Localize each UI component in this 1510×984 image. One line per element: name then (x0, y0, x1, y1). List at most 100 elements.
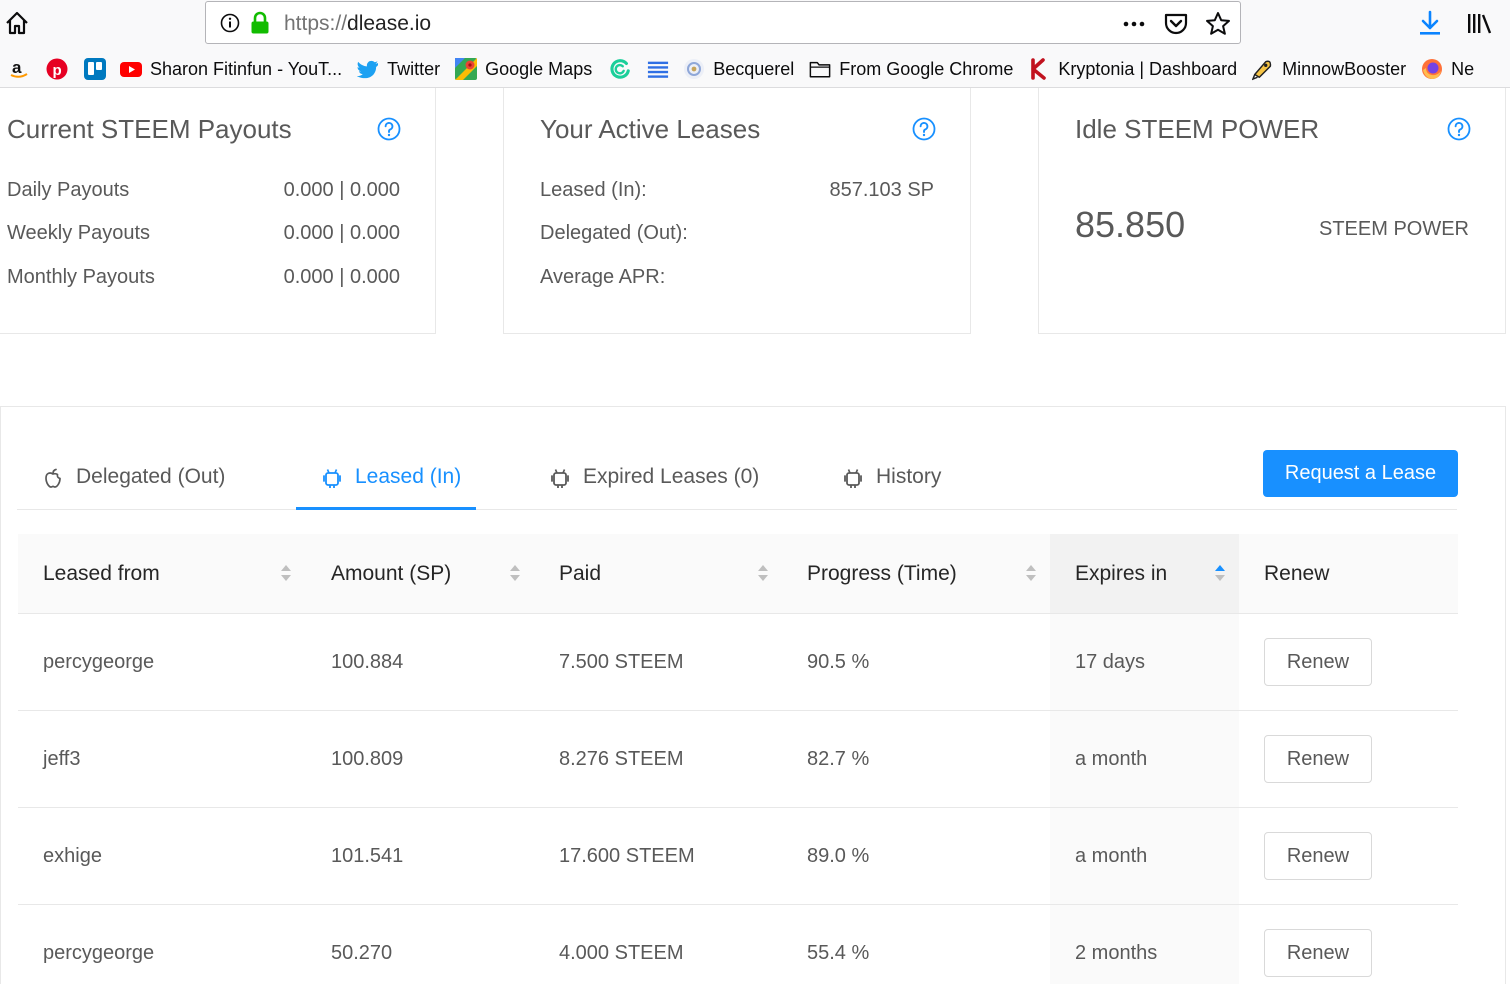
browser-chrome: https://dlease.io a p Sharon Fitinfun - … (0, 0, 1510, 88)
request-lease-button[interactable]: Request a Lease (1263, 450, 1458, 497)
renew-button[interactable]: Renew (1264, 735, 1372, 783)
column-header-progress[interactable]: Progress (Time) (782, 534, 1050, 613)
tab-label: Expired Leases (0) (583, 465, 760, 488)
lines-icon (647, 58, 669, 80)
address-bar[interactable]: https://dlease.io (205, 1, 1241, 44)
cell-paid: 17.600 STEEM (559, 844, 695, 867)
cell-expires: a month (1050, 808, 1239, 904)
android-icon (842, 467, 864, 489)
youtube-icon (120, 58, 142, 80)
active-leases-card: Your Active Leases Leased (In): 857.103 … (503, 88, 971, 334)
cell-amount: 50.270 (331, 941, 393, 964)
sort-icon[interactable] (280, 562, 292, 584)
sort-icon[interactable] (1214, 562, 1226, 584)
star-icon[interactable] (1204, 10, 1232, 38)
bookmark-7[interactable]: Ne (1415, 52, 1483, 86)
pocket-icon[interactable] (1162, 10, 1190, 38)
becquerel-icon (683, 58, 705, 80)
leased-in-label: Leased (In): (540, 179, 647, 201)
green-swirl-icon (609, 58, 631, 80)
cell-progress: 55.4 % (807, 941, 870, 964)
renew-button[interactable]: Renew (1264, 929, 1372, 977)
cell-leased-from: percygeorge (43, 941, 155, 964)
cell-amount: 100.884 (331, 650, 404, 673)
column-header-expires[interactable]: Expires in (1050, 534, 1239, 613)
bookmark-0[interactable]: Sharon Fitinfun - YouT... (114, 52, 351, 86)
more-icon[interactable] (1120, 10, 1148, 38)
android-icon (549, 467, 571, 489)
cell-amount: 100.809 (331, 747, 404, 770)
firefox-icon (1421, 58, 1443, 80)
cell-paid: 8.276 STEEM (559, 747, 684, 770)
column-header-paid[interactable]: Paid (534, 534, 782, 613)
help-icon[interactable] (377, 117, 401, 141)
bookmark-2[interactable]: Google Maps (449, 52, 601, 86)
cell-expires: 17 days (1050, 614, 1239, 710)
column-header-amount[interactable]: Amount (SP) (306, 534, 534, 613)
help-icon[interactable] (1447, 117, 1471, 141)
library-icon[interactable] (1465, 9, 1493, 37)
tab-expired-leases[interactable]: Expired Leases (0) (549, 465, 759, 509)
trello-icon (84, 58, 106, 80)
bookmark-label: Becquerel (713, 58, 795, 79)
minnowbooster-icon (1252, 58, 1274, 81)
bookmark-3[interactable]: Becquerel (677, 52, 803, 86)
bookmark-5[interactable]: Kryptonia | Dashboard (1022, 52, 1246, 86)
bookmark-trello[interactable] (76, 52, 114, 86)
page-content: Current STEEM Payouts Daily Payouts 0.00… (0, 88, 1510, 984)
delegated-out-label: Delegated (Out): (540, 222, 688, 244)
tab-label: Leased (In) (355, 465, 462, 488)
amazon-icon: a (8, 58, 30, 80)
svg-text:p: p (53, 62, 62, 79)
sort-icon[interactable] (757, 562, 769, 584)
google-maps-icon (455, 58, 478, 80)
column-header-label: Expires in (1075, 561, 1168, 585)
column-header-leased-from[interactable]: Leased from (18, 534, 306, 613)
help-icon[interactable] (912, 117, 936, 141)
sort-icon[interactable] (1025, 562, 1037, 584)
home-icon[interactable] (4, 10, 30, 36)
kryptonia-icon (1028, 58, 1050, 80)
monthly-payouts-label: Monthly Payouts (7, 266, 155, 288)
idle-sp-card: Idle STEEM POWER 85.850 STEEM POWER (1038, 88, 1506, 334)
renew-button[interactable]: Renew (1264, 832, 1372, 880)
column-header-label: Amount (SP) (331, 561, 452, 585)
bookmark-label: MinnowBooster (1282, 58, 1407, 79)
bookmark-lines[interactable] (639, 52, 677, 86)
bookmark-pinterest[interactable]: p (38, 52, 76, 86)
bookmark-1[interactable]: Twitter (351, 52, 449, 86)
tab-leased-in[interactable]: Leased (In) (321, 465, 461, 509)
bookmark-6[interactable]: MinnowBooster (1246, 52, 1415, 86)
tab-history[interactable]: History (842, 465, 941, 509)
cell-renew: Renew (1239, 905, 1458, 984)
info-icon[interactable] (220, 13, 240, 33)
cell-expires: a month (1050, 711, 1239, 807)
url-text[interactable]: https://dlease.io (284, 12, 431, 36)
bookmark-label: From Google Chrome (839, 58, 1014, 79)
table-row: jeff3 100.809 8.276 STEEM 82.7 % a month… (18, 711, 1458, 808)
sort-icon[interactable] (509, 562, 521, 584)
idle-sp-card-title: Idle STEEM POWER (1075, 114, 1320, 144)
tab-label: Delegated (Out) (76, 465, 226, 488)
cell-renew: Renew (1239, 614, 1458, 710)
lock-icon[interactable] (250, 11, 270, 35)
pinterest-icon: p (46, 58, 68, 80)
tab-delegated-out[interactable]: Delegated (Out) (42, 465, 225, 509)
bookmark-4[interactable]: From Google Chrome (803, 52, 1022, 86)
download-icon[interactable] (1417, 9, 1443, 37)
bookmark-amazon[interactable]: a (0, 52, 38, 86)
renew-button[interactable]: Renew (1264, 638, 1372, 686)
cell-progress: 82.7 % (807, 747, 870, 770)
weekly-payouts-value: 0.000 | 0.000 (283, 222, 400, 244)
table-header: Leased from Amount (SP) Paid Progress (T… (18, 534, 1458, 614)
bookmark-label: Twitter (387, 58, 441, 79)
cell-paid: 4.000 STEEM (559, 941, 684, 964)
cell-leased-from: jeff3 (43, 747, 81, 770)
cell-leased-from: percygeorge (43, 650, 155, 673)
active-leases-card-title: Your Active Leases (540, 114, 761, 144)
cell-renew: Renew (1239, 711, 1458, 807)
column-header-renew: Renew (1239, 534, 1458, 613)
bookmark-label: Sharon Fitinfun - YouT... (150, 58, 343, 79)
bookmark-swirl[interactable] (601, 52, 639, 86)
payouts-card-title: Current STEEM Payouts (7, 114, 292, 144)
